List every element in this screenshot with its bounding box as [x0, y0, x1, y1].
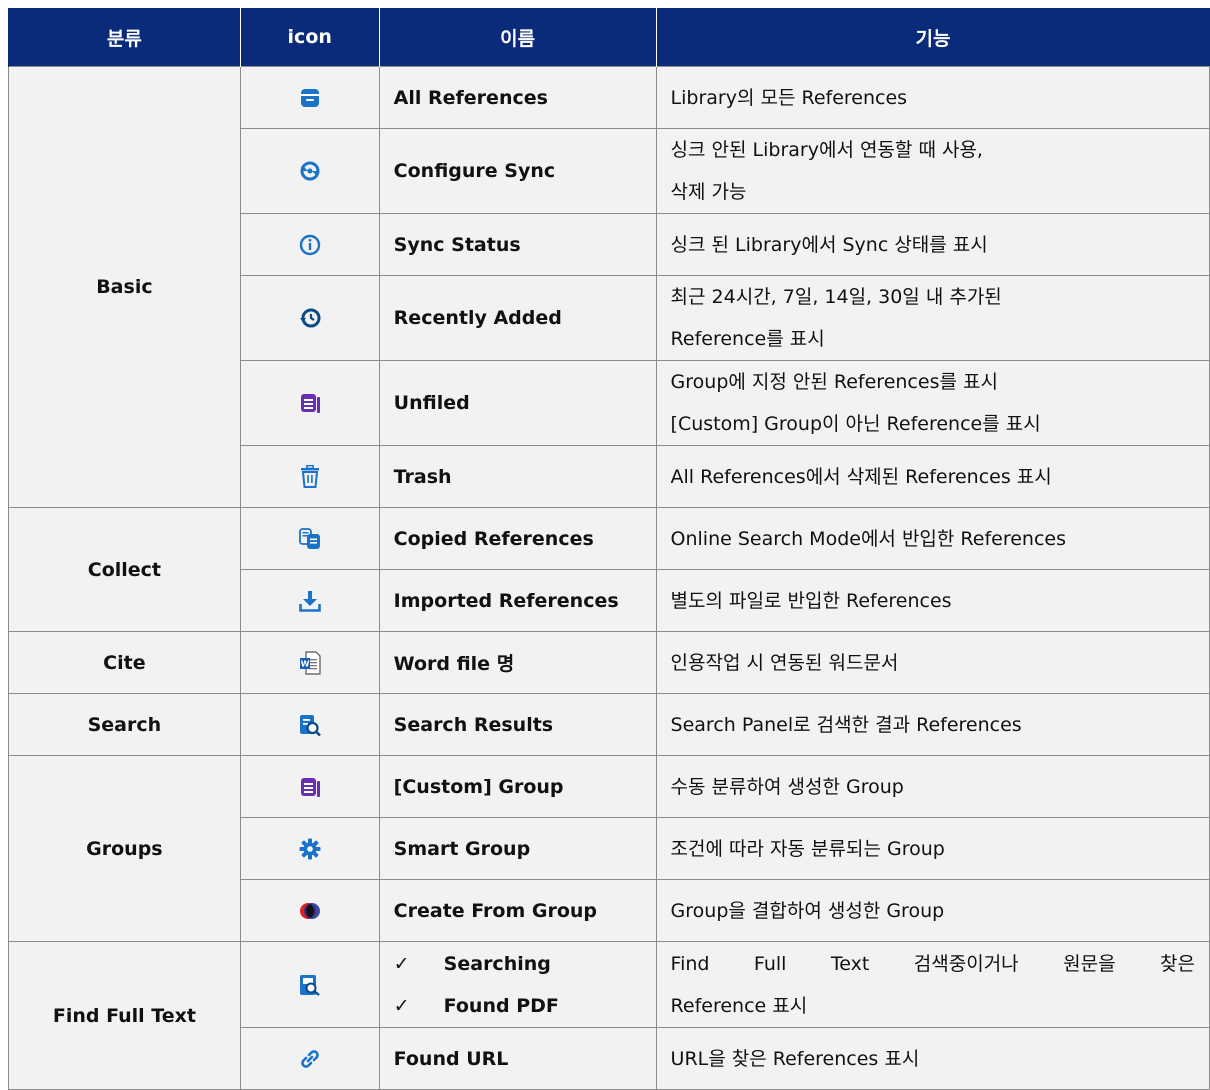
- check-mark: ✓: [393, 952, 410, 975]
- sync-config-icon: [299, 160, 321, 182]
- search-results-icon: [299, 714, 321, 736]
- category-basic: Basic: [8, 66, 241, 508]
- row-name: Trash: [378, 445, 657, 508]
- row-name: Recently Added: [378, 275, 657, 361]
- row-name: Word file 명: [378, 631, 657, 694]
- table-row: Find Full Text ✓ Searching ✓ Found PDF Fin…: [8, 941, 1210, 1090]
- row-function-line: Group에 지정 안된 References를 표시: [670, 371, 998, 393]
- category-search: Search: [8, 693, 241, 756]
- row-function-line: [Custom] Group이 아닌 Reference를 표시: [670, 413, 1041, 435]
- row-name: Configure Sync: [378, 128, 657, 214]
- table-row: Cite W Word file 명 인용작업 시 연동된 워드문서: [8, 631, 1210, 694]
- row-function: 인용작업 시 연동된 워드문서: [670, 651, 899, 674]
- row-name: Create From Group: [378, 879, 657, 942]
- library-box-icon: [300, 88, 320, 108]
- word-document-icon: W: [299, 650, 321, 675]
- category-find-full-text: Find Full Text: [8, 941, 241, 1090]
- header-row: 분류 icon 이름 기능: [8, 8, 1210, 67]
- row-name: Found URL: [378, 1027, 657, 1090]
- copied-documents-icon: [298, 527, 321, 550]
- found-pdf-item: ✓ Found PDF: [388, 985, 656, 1027]
- row-function: Library의 모든 References: [670, 86, 908, 109]
- row-function-line: 최근 24시간, 7일, 14일, 30일 내 추가된: [670, 286, 1002, 308]
- custom-group-icon: [299, 776, 321, 798]
- table-row: Basic All References Library의 모든 Referen…: [8, 66, 1210, 508]
- svg-text:W: W: [300, 659, 309, 668]
- reference-groups-table: 분류 icon 이름 기능 Basic All References Libra…: [8, 8, 1210, 1090]
- row-function: URL을 찾은 References 표시: [670, 1047, 920, 1070]
- download-icon: [298, 590, 321, 612]
- row-function: Search Panel로 검색한 결과 References: [670, 713, 1022, 736]
- row-name: Imported References: [378, 569, 657, 632]
- row-function-line: Find Full Text 검색중이거나 원문을 찾은: [670, 952, 1195, 975]
- row-function: Group을 결합하여 생성한 Group: [670, 899, 945, 922]
- row-function: 별도의 파일로 반입한 References: [670, 589, 952, 612]
- searching-item: ✓ Searching: [388, 943, 656, 985]
- table-row: Collect Copied References Online Search …: [8, 507, 1210, 632]
- row-name: Unfiled: [378, 360, 657, 446]
- row-function: 조건에 따라 자동 분류되는 Group: [670, 837, 945, 860]
- table-row: Groups [Custom] Group 수동 분류하여 생성한 Group: [8, 755, 1210, 942]
- header-name: 이름: [378, 8, 657, 67]
- trash-icon: [299, 464, 321, 489]
- header-function: 기능: [655, 8, 1210, 67]
- row-name: Sync Status: [378, 213, 657, 276]
- category-groups: Groups: [8, 755, 241, 942]
- header-category: 분류: [8, 8, 241, 67]
- category-cite: Cite: [8, 631, 241, 694]
- info-icon: [299, 234, 321, 256]
- link-icon: [299, 1048, 321, 1070]
- header-icon: icon: [239, 8, 380, 67]
- row-function: All References에서 삭제된 References 표시: [670, 465, 1052, 488]
- row-function-line: Reference 표시: [670, 994, 808, 1017]
- row-name: All References: [378, 66, 657, 129]
- row-function: Online Search Mode에서 반입한 References: [670, 527, 1066, 550]
- row-name: Searching: [443, 952, 551, 975]
- find-text-search-icon: [299, 974, 321, 996]
- row-name: Found PDF: [443, 994, 559, 1017]
- row-function-line: 삭제 가능: [670, 181, 747, 203]
- group-list-icon: [299, 392, 321, 414]
- row-name: [Custom] Group: [378, 755, 657, 818]
- row-name: Search Results: [378, 693, 657, 756]
- row-name: Copied References: [378, 507, 657, 570]
- row-function: 싱크 된 Library에서 Sync 상태를 표시: [670, 233, 988, 256]
- row-function-line: Reference를 표시: [670, 328, 825, 350]
- row-function: 수동 분류하여 생성한 Group: [670, 775, 904, 798]
- combine-circles-icon: [299, 900, 321, 922]
- row-function-line: 싱크 안된 Library에서 연동할 때 사용,: [670, 139, 983, 161]
- smart-group-gear-icon: [299, 838, 321, 860]
- category-collect: Collect: [8, 507, 241, 632]
- row-name: Smart Group: [378, 817, 657, 880]
- check-mark: ✓: [393, 994, 410, 1017]
- history-icon: [299, 307, 321, 329]
- table-row: Search Search Results Search Panel로 검색한 …: [8, 693, 1210, 756]
